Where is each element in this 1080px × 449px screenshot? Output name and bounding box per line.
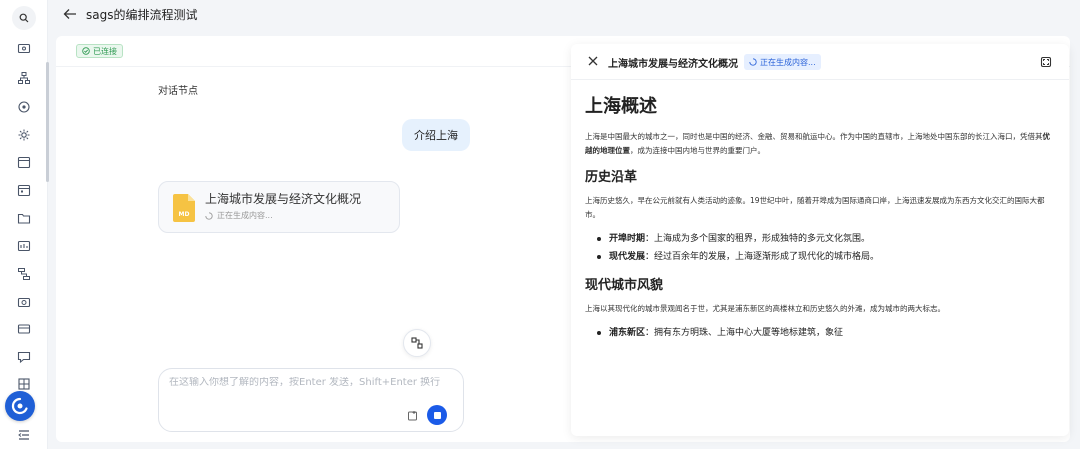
rail-item-11[interactable]: [17, 322, 31, 336]
page-title: sags的编排流程测试: [86, 7, 198, 22]
loading-icon: [205, 211, 213, 220]
attach-button[interactable]: [406, 409, 420, 423]
chat-icon: [17, 351, 31, 364]
app-logo[interactable]: [5, 391, 35, 421]
rail-item-4[interactable]: [17, 128, 31, 142]
rail-item-12[interactable]: [17, 350, 31, 364]
document-preview-panel: 上海城市发展与经济文化概况 正在生成内容... 上海概述 上海是中国最大的城市之…: [571, 44, 1069, 436]
node-label: 对话节点: [158, 86, 198, 97]
file-card-title: 上海城市发展与经济文化概况: [205, 192, 362, 206]
list-item-text: ：上海成为多个国家的租界，形成独特的多元文化氛围。: [645, 234, 871, 244]
doc-history-paragraph: 上海历史悠久，早在公元前就有人类活动的迹象。19世纪中叶，随着开埠成为国际通商口…: [585, 196, 1045, 219]
document-title: 上海城市发展与经济文化概况: [608, 59, 738, 70]
doc-heading-history: 历史沿革: [585, 170, 638, 185]
top-bar: sags的编排流程测试: [48, 0, 1080, 28]
rail-item-9[interactable]: [17, 267, 31, 281]
connection-status-text: 已连接: [93, 46, 117, 56]
list-item: 现代发展：经过百余年的发展，上海逐渐形成了现代化的城市格局。: [597, 248, 1057, 266]
intro-text-1: 上海是中国最大的城市之一，同时也是中国的经济、金融、贸易和航运中心。作为中国的直…: [585, 132, 1043, 141]
list-item: 开埠时期：上海成为多个国家的租界，形成独特的多元文化氛围。: [597, 230, 1057, 248]
rail-scrollbar[interactable]: [46, 62, 49, 182]
rail-item-7[interactable]: [17, 211, 31, 225]
logo-icon: [11, 397, 28, 415]
workflow-button[interactable]: [403, 329, 431, 357]
list-item-label: 浦东新区: [609, 328, 646, 338]
generating-text: 正在生成内容...: [760, 57, 816, 67]
search-icon: [19, 13, 29, 23]
camera-icon: [17, 297, 31, 308]
back-button[interactable]: [62, 6, 78, 22]
folder-icon: [17, 213, 31, 224]
network-icon: [18, 101, 30, 113]
monitor-icon: [17, 43, 31, 54]
close-button[interactable]: [587, 55, 599, 67]
dashboard-icon: [17, 240, 31, 252]
search-button[interactable]: [12, 6, 36, 30]
generated-file-card[interactable]: MD 上海城市发展与经济文化概况 正在生成内容...: [158, 181, 400, 233]
expand-button[interactable]: [1039, 55, 1053, 69]
doc-intro-paragraph: 上海是中国最大的城市之一，同时也是中国的经济、金融、贸易和航运中心。作为中国的直…: [585, 130, 1057, 158]
flow-icon: [18, 268, 30, 280]
message-composer: [158, 368, 464, 432]
stop-icon: [433, 411, 441, 419]
card-icon: [17, 324, 31, 334]
settings-cluster-icon: [18, 129, 30, 141]
rail-item-2[interactable]: [17, 71, 31, 85]
rail-item-10[interactable]: [17, 295, 31, 309]
doc-heading-modern: 现代城市风貌: [585, 278, 664, 293]
left-rail: [0, 0, 49, 449]
close-icon: [588, 56, 598, 66]
list-item: 浦东新区：拥有东方明珠、上海中心大厦等地标建筑，象征: [597, 324, 1057, 342]
list-item-label: 开埠时期: [609, 234, 646, 244]
file-type-label: MD: [179, 211, 190, 218]
modern-list: 浦东新区：拥有东方明珠、上海中心大厦等地标建筑，象征: [585, 324, 1057, 342]
rail-item-3[interactable]: [17, 100, 31, 114]
markdown-file-icon: MD: [173, 194, 195, 222]
rail-collapse[interactable]: [17, 428, 31, 442]
generating-badge: 正在生成内容...: [744, 54, 821, 70]
grid-icon: [18, 378, 30, 390]
doc-heading-1: 上海概述: [585, 96, 657, 117]
file-card-status-text: 正在生成内容...: [217, 211, 273, 220]
org-chart-icon: [18, 72, 30, 84]
message-input[interactable]: [169, 377, 449, 388]
rail-item-13[interactable]: [17, 377, 31, 391]
connection-status-badge: 已连接: [76, 44, 123, 58]
calendar-alt-icon: [17, 184, 31, 197]
document-content: 上海概述 上海是中国最大的城市之一，同时也是中国的经济、金融、贸易和航运中心。作…: [585, 92, 1057, 342]
rail-item-5[interactable]: [17, 155, 31, 169]
list-item-label: 现代发展: [609, 252, 646, 262]
menu-collapse-icon: [18, 430, 29, 440]
rail-item-6[interactable]: [17, 183, 31, 197]
check-circle-icon: [82, 47, 90, 55]
rail-item-8[interactable]: [17, 239, 31, 253]
calendar-icon: [17, 156, 31, 169]
document-header: 上海城市发展与经济文化概况 正在生成内容...: [571, 44, 1069, 80]
file-card-status: 正在生成内容...: [205, 210, 273, 221]
loading-icon: [749, 58, 757, 66]
stop-generation-button[interactable]: [427, 405, 447, 425]
rail-item-1[interactable]: [17, 42, 31, 56]
workflow-icon: [411, 337, 423, 349]
doc-modern-paragraph: 上海以其现代化的城市景观闻名于世，尤其是浦东新区的高楼林立和历史悠久的外滩，成为…: [585, 304, 945, 313]
expand-icon: [1040, 56, 1052, 68]
list-item-text: ：拥有东方明珠、上海中心大厦等地标建筑，象征: [645, 328, 844, 338]
history-list: 开埠时期：上海成为多个国家的租界，形成独特的多元文化氛围。 现代发展：经过百余年…: [585, 230, 1057, 266]
user-message-bubble: 介绍上海: [402, 119, 470, 151]
attach-icon: [408, 411, 417, 421]
list-item-text: ：经过百余年的发展，上海逐渐形成了现代化的城市格局。: [645, 252, 880, 262]
intro-text-2: ，成为连接中国内地与世界的重要门户。: [630, 146, 765, 155]
back-arrow-icon: [63, 9, 76, 19]
